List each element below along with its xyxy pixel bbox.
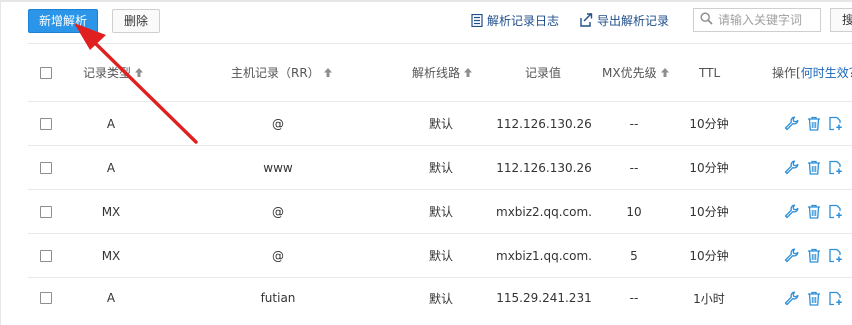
trash-icon[interactable]: [805, 290, 822, 307]
cell-host: @: [272, 204, 284, 219]
toolbar: 新增解析 删除 解析记录日志 导出解析记录 请输入关键字词: [0, 0, 852, 44]
add-copy-icon[interactable]: [827, 290, 844, 307]
header-line-label: 解析线路: [412, 66, 461, 80]
cell-type: MX: [101, 248, 121, 263]
row-checkbox[interactable]: [40, 206, 52, 218]
header-ttl-label: TTL: [699, 65, 721, 80]
sort-up-arrow-icon: [660, 66, 669, 80]
delete-button[interactable]: 删除: [112, 9, 160, 33]
row-actions: [783, 102, 844, 145]
header-value: 记录值: [525, 44, 561, 101]
cell-mx: 10: [626, 204, 642, 219]
cell-type: A: [106, 291, 116, 305]
table-row: MX @ 默认 mxbiz2.qq.com. 10 10分钟: [28, 190, 852, 233]
row-actions: [783, 278, 844, 318]
cell-type: A: [106, 116, 116, 131]
magnifier-icon: [700, 12, 713, 28]
cell-host: futian: [260, 291, 296, 305]
sort-up-arrow-icon: [323, 66, 332, 80]
cell-line: 默认: [428, 117, 453, 131]
table-row: A futian 默认 115.29.241.231 -- 1小时: [28, 278, 852, 318]
record-log-link[interactable]: 解析记录日志: [471, 11, 559, 29]
sort-up-arrow-icon: [135, 66, 144, 80]
table-row: MX @ 默认 mxbiz1.qq.com. 5 10分钟: [28, 234, 852, 277]
cell-line: 默认: [428, 291, 453, 306]
row-checkbox[interactable]: [40, 250, 52, 262]
cell-ttl: 10分钟: [689, 205, 729, 219]
row-checkbox[interactable]: [40, 292, 52, 304]
cell-value: mxbiz1.qq.com.: [496, 248, 592, 263]
row-actions: [783, 190, 844, 233]
add-copy-icon[interactable]: [827, 247, 844, 264]
trash-icon[interactable]: [805, 247, 822, 264]
wrench-icon[interactable]: [783, 247, 800, 264]
cell-host: @: [272, 116, 284, 131]
cell-value: 115.29.241.231: [496, 291, 592, 305]
header-ttl: TTL: [699, 44, 720, 101]
cell-value: mxbiz2.qq.com.: [496, 204, 592, 219]
header-host[interactable]: 主机记录（RR）: [231, 44, 332, 101]
left-border: [0, 0, 1, 325]
add-copy-icon[interactable]: [827, 203, 844, 220]
cell-line: 默认: [428, 249, 453, 263]
add-record-button[interactable]: 新增解析: [28, 9, 98, 33]
trash-icon[interactable]: [805, 203, 822, 220]
trash-icon[interactable]: [805, 159, 822, 176]
record-log-label: 解析记录日志: [487, 13, 560, 28]
cell-host: @: [272, 248, 284, 263]
cell-mx: --: [629, 291, 639, 305]
export-records-link[interactable]: 导出解析记录: [579, 11, 669, 29]
wrench-icon[interactable]: [783, 159, 800, 176]
cell-mx: 5: [630, 248, 638, 263]
wrench-icon[interactable]: [783, 203, 800, 220]
table-header: 记录类型 主机记录（RR） 解析线路 记录值 MX优先级 TTL 操作[ 何时生…: [28, 44, 852, 101]
wrench-icon[interactable]: [783, 115, 800, 132]
cell-ttl: 1小时: [693, 291, 725, 306]
row-checkbox[interactable]: [40, 162, 52, 174]
header-host-label: 主机记录（RR）: [231, 66, 320, 80]
export-records-label: 导出解析记录: [597, 13, 670, 28]
cell-line: 默认: [428, 205, 453, 219]
header-mx-label: MX优先级: [602, 66, 657, 80]
header-type[interactable]: 记录类型: [83, 44, 144, 101]
cell-type: MX: [101, 204, 121, 219]
cell-line: 默认: [428, 161, 453, 175]
search-input[interactable]: [718, 13, 818, 27]
list-document-icon: [471, 13, 483, 27]
wrench-icon[interactable]: [783, 290, 800, 307]
search-button[interactable]: 搜: [830, 8, 852, 32]
row-actions: [783, 146, 844, 189]
cell-ttl: 10分钟: [689, 161, 729, 175]
header-actions: 操作[ 何时生效？: [772, 44, 852, 101]
table-row: A @ 默认 112.126.130.26 -- 10分钟: [28, 102, 852, 145]
add-copy-icon[interactable]: [827, 159, 844, 176]
cell-value: 112.126.130.26: [496, 160, 592, 175]
cell-value: 112.126.130.26: [496, 116, 592, 131]
row-checkbox[interactable]: [40, 118, 52, 130]
cell-mx: --: [629, 116, 639, 131]
select-all-checkbox[interactable]: [40, 67, 52, 79]
header-line[interactable]: 解析线路: [412, 44, 473, 101]
search-box: [693, 8, 821, 32]
cell-ttl: 10分钟: [689, 249, 729, 263]
sort-up-arrow-icon: [464, 66, 473, 80]
add-copy-icon[interactable]: [827, 115, 844, 132]
header-value-label: 记录值: [525, 66, 562, 80]
trash-icon[interactable]: [805, 115, 822, 132]
export-arrow-icon: [579, 13, 593, 27]
cell-ttl: 10分钟: [689, 117, 729, 131]
header-mx-priority[interactable]: MX优先级: [602, 44, 669, 101]
table-row: A www 默认 112.126.130.26 -- 10分钟: [28, 146, 852, 189]
cell-type: A: [106, 160, 116, 175]
row-actions: [783, 234, 844, 277]
cell-host: www: [263, 160, 293, 175]
header-type-label: 记录类型: [83, 66, 132, 80]
cell-mx: --: [629, 160, 639, 175]
header-actions-label: 操作[: [772, 66, 801, 80]
effective-time-help-link[interactable]: 何时生效？: [801, 64, 852, 81]
